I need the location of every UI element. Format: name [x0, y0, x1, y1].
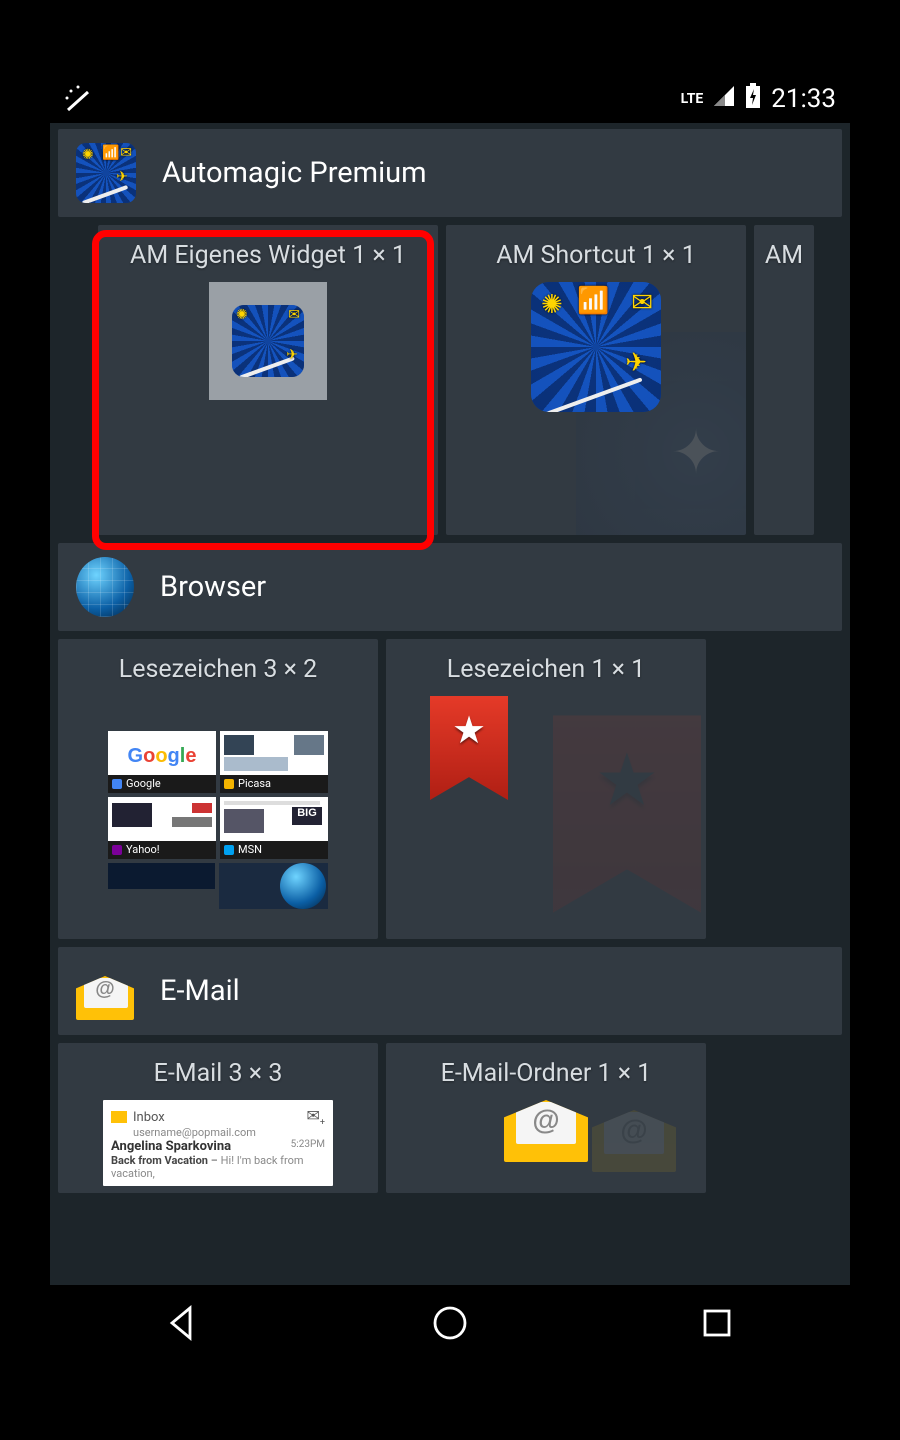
email-subject: Back from Vacation [111, 1154, 208, 1167]
widget-preview: Inbox ✉+ username@popmail.com 5:23PM Ang… [58, 1100, 378, 1193]
bookmark-msn: BIG MSN [220, 797, 328, 859]
folder-name: Inbox [133, 1110, 165, 1125]
section-header-automagic: ✺📶✉✈ Automagic Premium [58, 129, 842, 217]
widget-slot-frame: ✺✉✈ [209, 282, 327, 400]
signal-icon [713, 84, 735, 114]
navigation-bar [50, 1285, 850, 1365]
widget-am-partial[interactable]: AM [754, 225, 814, 535]
battery-charging-icon [745, 83, 761, 116]
mail-ghost-icon [592, 1110, 676, 1172]
automagic-icon: ✺📶✉✈ [531, 282, 661, 412]
widget-email-ordner-1x1[interactable]: E-Mail-Ordner 1 × 1 [386, 1043, 706, 1193]
widget-row-email: E-Mail 3 × 3 Inbox ✉+ username@popmail.c… [58, 1043, 842, 1193]
section-title: E-Mail [160, 974, 240, 1008]
back-button[interactable] [162, 1302, 204, 1348]
automagic-app-icon: ✺📶✉✈ [76, 143, 136, 203]
section-header-email: E-Mail [58, 947, 842, 1035]
widget-row-automagic: AM Eigenes Widget 1 × 1 ✺✉✈ AM Shortcut … [98, 225, 842, 535]
home-button[interactable] [429, 1302, 471, 1348]
widget-email-3x3[interactable]: E-Mail 3 × 3 Inbox ✉+ username@popmail.c… [58, 1043, 378, 1193]
widget-label: E-Mail 3 × 3 [154, 1043, 283, 1100]
phone-frame: LTE 21:33 ✺📶✉✈ Automagic Premium AM [50, 75, 850, 1365]
widget-label: Lesezeichen 1 × 1 [447, 639, 645, 696]
widget-label: Lesezeichen 3 × 2 [119, 639, 317, 696]
email-time: 5:23PM [291, 1139, 325, 1150]
widget-preview [386, 1100, 706, 1193]
email-list-preview: Inbox ✉+ username@popmail.com 5:23PM Ang… [103, 1100, 333, 1186]
clock: 21:33 [771, 84, 836, 114]
widget-am-eigenes[interactable]: AM Eigenes Widget 1 × 1 ✺✉✈ [98, 225, 438, 535]
email-app-icon [76, 962, 134, 1020]
widget-lesezeichen-3x2[interactable]: Lesezeichen 3 × 2 Google Google Picasa [58, 639, 378, 939]
bookmark-ribbon-icon: ★ [430, 696, 508, 800]
globe-icon [280, 863, 326, 909]
section-title: Browser [160, 570, 266, 604]
widget-preview: ✦ ✺📶✉✈ [446, 282, 746, 535]
widget-preview: ✺✉✈ [98, 282, 438, 535]
widget-preview: ★ ★ [386, 696, 706, 939]
widget-preview: Google Google Picasa Yahoo! BIG [58, 696, 378, 939]
widget-row-browser: Lesezeichen 3 × 2 Google Google Picasa [58, 639, 842, 939]
network-type: LTE [681, 92, 704, 106]
status-bar: LTE 21:33 [50, 75, 850, 123]
bookmark-grid: Google Google Picasa Yahoo! BIG [108, 727, 328, 859]
bookmark-extra-row [108, 863, 328, 909]
bookmark-google: Google Google [108, 731, 216, 793]
bookmark-picasa: Picasa [220, 731, 328, 793]
widget-picker-screen[interactable]: ✺📶✉✈ Automagic Premium AM Eigenes Widget… [50, 123, 850, 1285]
automagic-icon: ✺✉✈ [232, 305, 304, 377]
email-address: username@popmail.com [133, 1126, 325, 1139]
email-sender: Angelina Sparkovina [111, 1139, 231, 1154]
widget-label: AM [765, 225, 803, 282]
widget-lesezeichen-1x1[interactable]: Lesezeichen 1 × 1 ★ ★ [386, 639, 706, 939]
bookmark-yahoo: Yahoo! [108, 797, 216, 859]
section-header-browser: Browser [58, 543, 842, 631]
automagic-status-icon [64, 84, 94, 114]
mail-icon [504, 1100, 588, 1162]
section-title: Automagic Premium [162, 156, 427, 190]
widget-label: AM Shortcut 1 × 1 [496, 225, 696, 282]
bookmark-ghost-icon: ★ [553, 715, 701, 913]
widget-am-shortcut[interactable]: AM Shortcut 1 × 1 ✦ ✺📶✉✈ [446, 225, 746, 535]
recents-button[interactable] [696, 1302, 738, 1348]
mail-mini-icon [111, 1111, 127, 1123]
widget-label: E-Mail-Ordner 1 × 1 [441, 1043, 652, 1100]
compose-icon: ✉+ [306, 1106, 325, 1128]
browser-app-icon [76, 558, 134, 616]
widget-label: AM Eigenes Widget 1 × 1 [130, 225, 406, 282]
